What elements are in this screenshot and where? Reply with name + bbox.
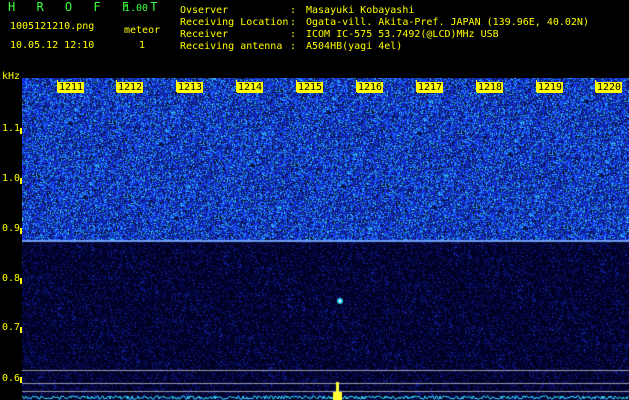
axis-unit-label: kHz <box>2 71 21 82</box>
capture-datetime: 10.05.12 12:10 <box>10 40 95 51</box>
axis-label-0-6: 0.6 <box>2 373 21 384</box>
receiver-sep: : <box>290 29 297 40</box>
minute-tick-1219 <box>536 80 537 92</box>
axis-tick-0-6 <box>20 377 22 383</box>
image-filename: 1005121210.png <box>10 21 95 32</box>
minute-label-1218: 1218 <box>477 82 504 93</box>
axis-label-0-9: 0.9 <box>2 223 21 234</box>
location-label: Receiving Location <box>180 17 289 28</box>
minute-label-1217: 1217 <box>417 82 444 93</box>
minute-tick-1211 <box>57 80 58 92</box>
axis-tick-0-7 <box>20 327 22 333</box>
minute-label-1213: 1213 <box>177 82 204 93</box>
antenna-value: A504HB(yagi 4el) <box>306 41 403 52</box>
observer-label: Ovserver <box>180 5 229 16</box>
minute-tick-1220 <box>595 80 596 92</box>
antenna-label: Receiving antenna <box>180 41 283 52</box>
location-value: Ogata-vill. Akita-Pref. JAPAN (139.96E, … <box>306 17 589 28</box>
observer-sep: : <box>290 5 297 16</box>
spectrogram-plot <box>22 78 629 400</box>
observer-value: Masayuki Kobayashi <box>306 5 415 16</box>
minute-label-1219: 1219 <box>537 82 564 93</box>
spectrogram-canvas <box>22 78 629 400</box>
axis-tick-0-8 <box>20 278 22 284</box>
header-panel: H R O F F T 1.00 1005121210.png meteor 1… <box>0 0 629 78</box>
minute-label-1211: 1211 <box>58 82 85 93</box>
app-version: 1.00 <box>124 3 149 14</box>
axis-tick-1-1 <box>20 128 22 134</box>
meteor-count: 1 <box>139 40 146 51</box>
minute-label-1216: 1216 <box>357 82 384 93</box>
axis-label-0-7: 0.7 <box>2 322 21 333</box>
minute-label-1212: 1212 <box>117 82 144 93</box>
minute-label-1220: 1220 <box>596 82 623 93</box>
minute-tick-1218 <box>476 80 477 92</box>
minute-label-1215: 1215 <box>297 82 324 93</box>
axis-tick-1-0 <box>20 178 22 184</box>
axis-label-1-0: 1.0 <box>2 173 21 184</box>
antenna-sep: : <box>290 41 297 52</box>
axis-label-1-1: 1.1 <box>2 123 21 134</box>
minute-label-1214: 1214 <box>237 82 264 93</box>
minute-tick-1214 <box>236 80 237 92</box>
minute-tick-1215 <box>296 80 297 92</box>
receiver-label: Receiver <box>180 29 229 40</box>
location-sep: : <box>290 17 297 28</box>
axis-tick-0-9 <box>20 228 22 234</box>
meteor-label: meteor <box>124 25 161 36</box>
minute-tick-1217 <box>416 80 417 92</box>
minute-tick-1213 <box>176 80 177 92</box>
minute-tick-1216 <box>356 80 357 92</box>
receiver-value: ICOM IC-575 53.7492(@LCD)MHz USB <box>306 29 499 40</box>
minute-tick-1212 <box>116 80 117 92</box>
axis-label-0-8: 0.8 <box>2 273 21 284</box>
